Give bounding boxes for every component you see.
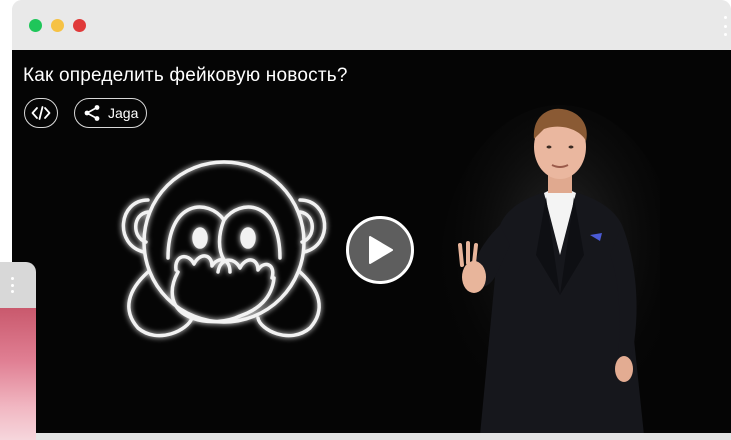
kebab-menu-icon[interactable] <box>723 16 727 36</box>
side-kebab-menu-icon[interactable] <box>10 277 14 293</box>
side-card-thumbnail[interactable] <box>0 308 36 440</box>
share-icon <box>84 105 100 121</box>
video-player[interactable]: Как определить фейковую новость? Jaga <box>12 50 731 433</box>
share-label: Jaga <box>108 105 139 121</box>
see-no-evil-monkey-icon <box>121 160 327 338</box>
code-embed-icon <box>31 106 51 120</box>
play-icon <box>369 236 393 264</box>
traffic-light-red[interactable] <box>73 19 86 32</box>
play-button[interactable] <box>346 216 414 284</box>
traffic-light-yellow[interactable] <box>51 19 64 32</box>
video-title: Как определить фейковую новость? <box>23 65 348 86</box>
presenter-figure <box>440 105 660 433</box>
share-button[interactable]: Jaga <box>74 98 147 128</box>
bottom-strip <box>12 433 731 440</box>
side-card[interactable] <box>0 262 36 440</box>
embed-button[interactable] <box>24 98 58 128</box>
traffic-light-green[interactable] <box>29 19 42 32</box>
window-titlebar <box>12 0 731 50</box>
browser-window: Как определить фейковую новость? Jaga <box>12 0 731 440</box>
